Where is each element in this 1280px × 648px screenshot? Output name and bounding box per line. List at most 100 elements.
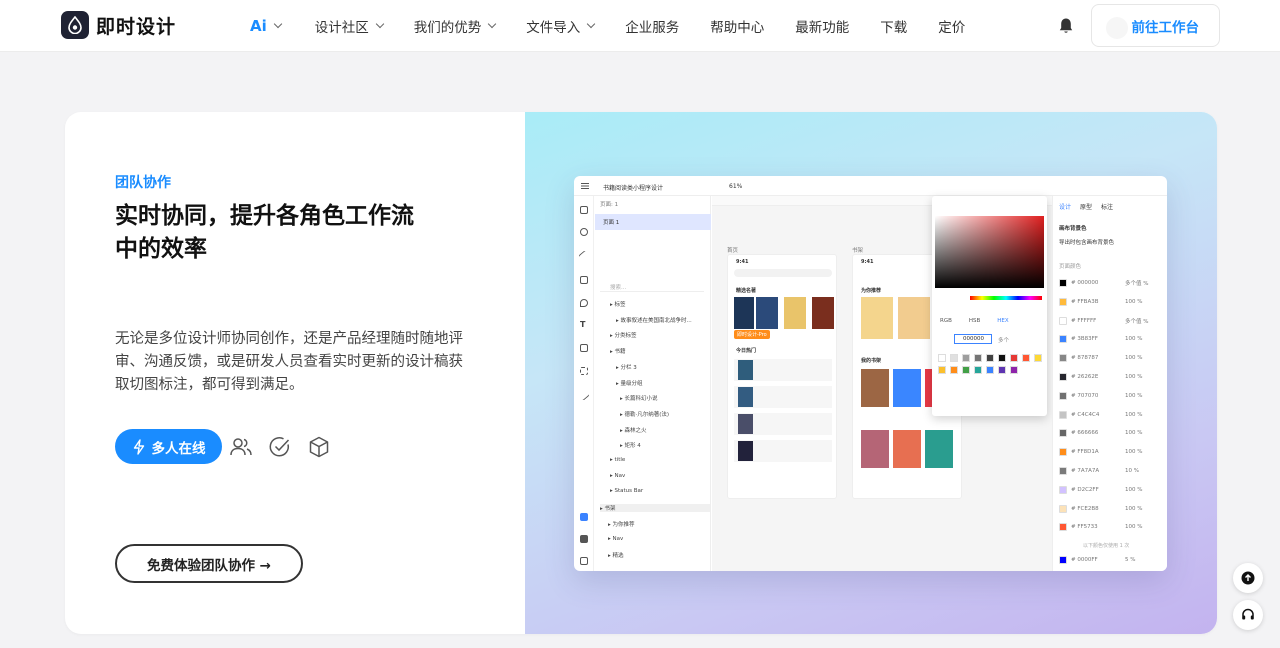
layer-item[interactable]: ▸ 分类标签 (610, 331, 637, 339)
brush-tool-icon[interactable] (578, 389, 590, 401)
color-swatch[interactable] (962, 366, 970, 374)
bell-icon[interactable] (1058, 17, 1074, 35)
property-tabs[interactable]: 设计 原型 标注 (1059, 202, 1113, 211)
page-color-row[interactable]: # C4C4C4 100 % (1059, 410, 1164, 420)
layer-item[interactable]: ▸ 为你推荐 (608, 520, 635, 528)
nav-item-ai[interactable]: Ai (250, 17, 283, 35)
page-color-row[interactable]: # 000000 多个值 % (1059, 278, 1164, 288)
page-color-row[interactable]: # FCE2B8 100 % (1059, 504, 1164, 514)
color-picker-popover[interactable]: RGB HSB HEX 000000 多个 (932, 196, 1047, 416)
page-color-row[interactable]: # D2C2FF 100 % (1059, 485, 1164, 495)
layer-item[interactable]: ▸ 书籍 (610, 347, 626, 355)
color-swatch[interactable] (950, 354, 958, 362)
layer-item[interactable]: ▸ 量级分组 (616, 379, 643, 387)
color-swatch[interactable] (1059, 316, 1067, 325)
color-swatch[interactable] (1059, 297, 1067, 306)
color-swatch[interactable] (1059, 279, 1067, 287)
nav-item-new-features[interactable]: 最新功能 (795, 16, 849, 36)
color-swatch[interactable] (1059, 448, 1067, 457)
layer-item[interactable]: ▸ 森林之火 (620, 426, 647, 434)
layer-item[interactable]: ▸ 故事叙述在美国南北战争时... (616, 316, 692, 324)
color-swatch[interactable] (962, 354, 970, 362)
color-swatch[interactable] (1010, 366, 1018, 374)
color-swatch[interactable] (938, 354, 946, 362)
nav-item-enterprise[interactable]: 企业服务 (625, 16, 679, 36)
hue-slider[interactable] (970, 296, 1042, 300)
layer-item[interactable]: ▸ 精选 (608, 551, 624, 559)
color-swatch[interactable] (1059, 467, 1067, 475)
saturation-field[interactable] (935, 216, 1044, 288)
page-color-row[interactable]: # 0000FF 5 % (1059, 555, 1164, 565)
layer-item[interactable]: ▸ title (610, 457, 625, 463)
export-bg-checkbox[interactable]: 导出时包含画布背景色 (1059, 238, 1114, 246)
slice-tool-icon[interactable] (580, 367, 588, 375)
nav-item-download[interactable]: 下载 (880, 16, 907, 36)
multi-user-online-tab[interactable]: 多人在线 (115, 429, 222, 464)
components-icon[interactable] (580, 557, 588, 565)
layer-item[interactable]: ▸ Nav (608, 536, 623, 542)
workspace-button[interactable]: 前往工作台 (1091, 4, 1220, 47)
page-color-row[interactable]: # 878787 100 % (1059, 353, 1164, 363)
nav-item-advantages[interactable]: 我们的优势 (414, 16, 497, 36)
color-swatch[interactable] (1059, 391, 1067, 400)
layer-item[interactable]: ▸ 矩形 4 (620, 441, 641, 449)
color-swatch[interactable] (1059, 373, 1067, 381)
ellipse-tool-icon[interactable] (580, 228, 588, 236)
page-color-row[interactable]: # 3B83FF 100 % (1059, 334, 1164, 344)
check-circle-icon[interactable] (268, 435, 292, 459)
color-swatch[interactable] (1059, 523, 1067, 532)
layers-icon[interactable] (580, 513, 588, 521)
layer-item[interactable]: ▸ 德勒·凡尔纳著(法) (620, 410, 669, 418)
nav-item-pricing[interactable]: 定价 (938, 16, 965, 36)
color-swatch[interactable] (1059, 485, 1067, 494)
page-color-row[interactable]: # 7A7A7A 10 % (1059, 466, 1164, 476)
page-color-row[interactable]: # 26262E 100 % (1059, 372, 1164, 382)
layer-item[interactable]: ▸ Status Bar (610, 488, 643, 494)
cube-icon[interactable] (307, 435, 331, 459)
color-swatch[interactable] (974, 366, 982, 374)
design-canvas[interactable]: 首页 书架 9:41 精选名著 今日热门 即时设计-Pro 9:41 为你推荐 … (712, 196, 1052, 571)
page-row-selected[interactable]: 页面 1 (595, 214, 711, 230)
color-swatch[interactable] (1010, 354, 1018, 362)
color-swatch[interactable] (986, 354, 994, 362)
try-team-collab-button[interactable]: 免费体验团队协作 → (115, 544, 303, 583)
color-swatch[interactable] (1059, 410, 1067, 419)
text-tool-icon[interactable]: T (580, 320, 585, 329)
swatch-grid[interactable] (938, 354, 1042, 374)
color-swatch[interactable] (986, 366, 994, 374)
color-swatch[interactable] (938, 366, 946, 374)
assets-icon[interactable] (580, 535, 588, 543)
phone-frame-home[interactable]: 9:41 精选名著 今日热门 (727, 254, 837, 499)
color-swatch[interactable] (1059, 429, 1067, 438)
color-mode-tabs[interactable]: RGB HSB HEX (940, 318, 1009, 324)
color-swatch[interactable] (1034, 354, 1042, 362)
frame-tool-icon[interactable] (580, 206, 588, 214)
color-swatch[interactable] (1022, 354, 1030, 362)
back-to-top-button[interactable] (1233, 563, 1263, 593)
color-swatch[interactable] (1059, 556, 1067, 565)
brand-logo[interactable]: 即时设计 (61, 11, 176, 39)
users-icon[interactable] (229, 435, 253, 459)
color-swatch[interactable] (1059, 504, 1067, 513)
color-swatch[interactable] (998, 366, 1006, 374)
layer-item[interactable]: ▸ 书架 (600, 504, 710, 513)
image-tool-icon[interactable] (580, 344, 588, 352)
page-color-row[interactable]: # FF5733 100 % (1059, 522, 1164, 532)
nav-item-community[interactable]: 设计社区 (315, 16, 385, 36)
color-swatch[interactable] (950, 366, 958, 374)
nav-item-help[interactable]: 帮助中心 (710, 16, 764, 36)
nav-item-import[interactable]: 文件导入 (526, 16, 596, 36)
color-swatch[interactable] (1059, 354, 1067, 363)
page-color-row[interactable]: # FFFFFF 多个值 % (1059, 316, 1164, 326)
color-swatch[interactable] (1059, 335, 1067, 344)
hex-input[interactable]: 000000 (954, 334, 992, 344)
color-swatch[interactable] (974, 354, 982, 362)
page-color-row[interactable]: # FF8D1A 100 % (1059, 447, 1164, 457)
layer-item[interactable]: ▸ 标签 (610, 300, 626, 308)
layer-search-input[interactable]: 搜索... (600, 280, 704, 292)
line-tool-icon[interactable] (578, 250, 590, 262)
customer-service-button[interactable] (1233, 600, 1263, 630)
layer-item[interactable]: ▸ Nav (610, 473, 625, 479)
page-color-row[interactable]: # 666666 100 % (1059, 428, 1164, 438)
color-swatch[interactable] (998, 354, 1006, 362)
